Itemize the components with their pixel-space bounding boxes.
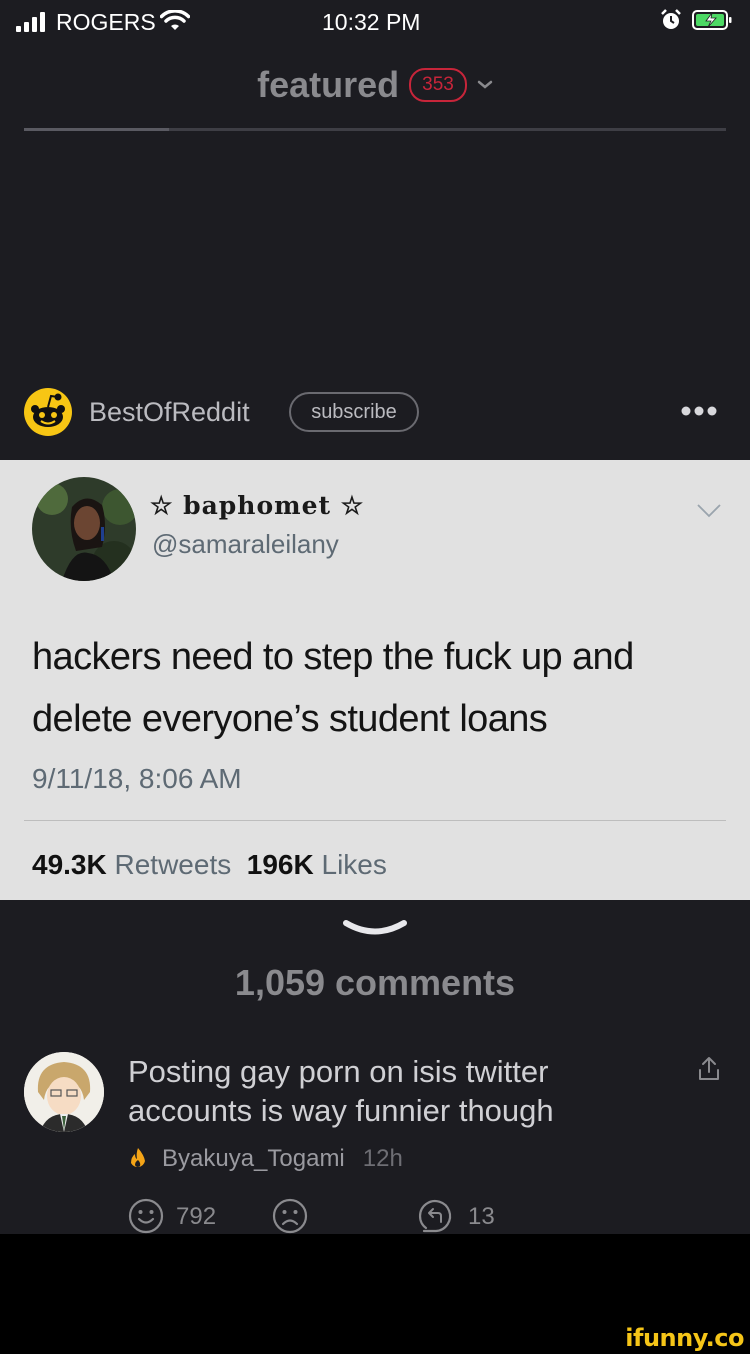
- signal-icon: [16, 12, 48, 32]
- carrier-name: ROGERS: [56, 9, 156, 35]
- feed-progress-fill: [24, 128, 169, 131]
- new-count-badge: 353: [409, 68, 467, 102]
- chevron-down-icon[interactable]: [697, 504, 721, 518]
- reply-icon[interactable]: [418, 1198, 454, 1234]
- retweet-count: 49.3K: [32, 849, 107, 880]
- comments-count[interactable]: 1,059 comments: [0, 962, 750, 1004]
- channel-row: BestOfReddit subscribe: [0, 386, 750, 440]
- tweet-handle: @samaraleilany: [152, 529, 339, 559]
- reply-count: 13: [468, 1203, 495, 1230]
- tweet-card[interactable]: ☆ baphomet ☆ @samaraleilany hackers need…: [0, 460, 750, 900]
- smile-icon[interactable]: [128, 1198, 164, 1234]
- retweet-label: Retweets: [114, 849, 232, 880]
- comment-time: 12h: [362, 1145, 403, 1172]
- chevron-down-icon: [477, 80, 493, 89]
- tweet-timestamp: 9/11/18, 8:06 AM: [32, 763, 242, 794]
- smile-count: 792: [176, 1203, 217, 1230]
- comment-author[interactable]: Byakuya_Togami: [162, 1145, 345, 1173]
- status-bar: ROGERS 10:32 PM: [0, 0, 750, 44]
- tweet-display-name: ☆ baphomet ☆: [150, 491, 365, 520]
- divider: [24, 820, 726, 821]
- status-time: 10:32 PM: [322, 9, 421, 35]
- feed-progress-bar: [24, 128, 726, 131]
- feed-selector[interactable]: featured 353: [0, 64, 750, 106]
- comment-actions: 792 13: [0, 1198, 750, 1234]
- like-label: Likes: [321, 849, 387, 880]
- tweet-avatar: [32, 477, 136, 581]
- ifunny-watermark: ifunny.co: [625, 1324, 744, 1352]
- wifi-icon: [160, 10, 190, 30]
- comment-text: Posting gay porn on isis twitter account…: [128, 1054, 554, 1128]
- tweet-stats: 49.3K Retweets 196K Likes: [32, 849, 387, 881]
- comment-avatar[interactable]: [24, 1052, 104, 1132]
- expand-chevron-icon[interactable]: [342, 918, 408, 940]
- tweet-text: hackers need to step the fuck up and del…: [32, 636, 634, 740]
- fire-icon: [131, 1148, 145, 1168]
- more-options-icon[interactable]: [681, 404, 717, 418]
- reddit-logo-icon[interactable]: [24, 388, 72, 436]
- like-count: 196K: [246, 849, 314, 880]
- comment-meta: Byakuya_Togami 12h: [128, 1145, 403, 1173]
- alarm-icon: [661, 9, 681, 29]
- share-icon[interactable]: [697, 1056, 721, 1082]
- channel-name[interactable]: BestOfReddit: [89, 397, 250, 428]
- battery-charging-icon: [692, 10, 732, 30]
- frown-icon[interactable]: [272, 1198, 308, 1234]
- feed-title: featured: [257, 64, 400, 105]
- subscribe-button[interactable]: subscribe: [289, 392, 419, 432]
